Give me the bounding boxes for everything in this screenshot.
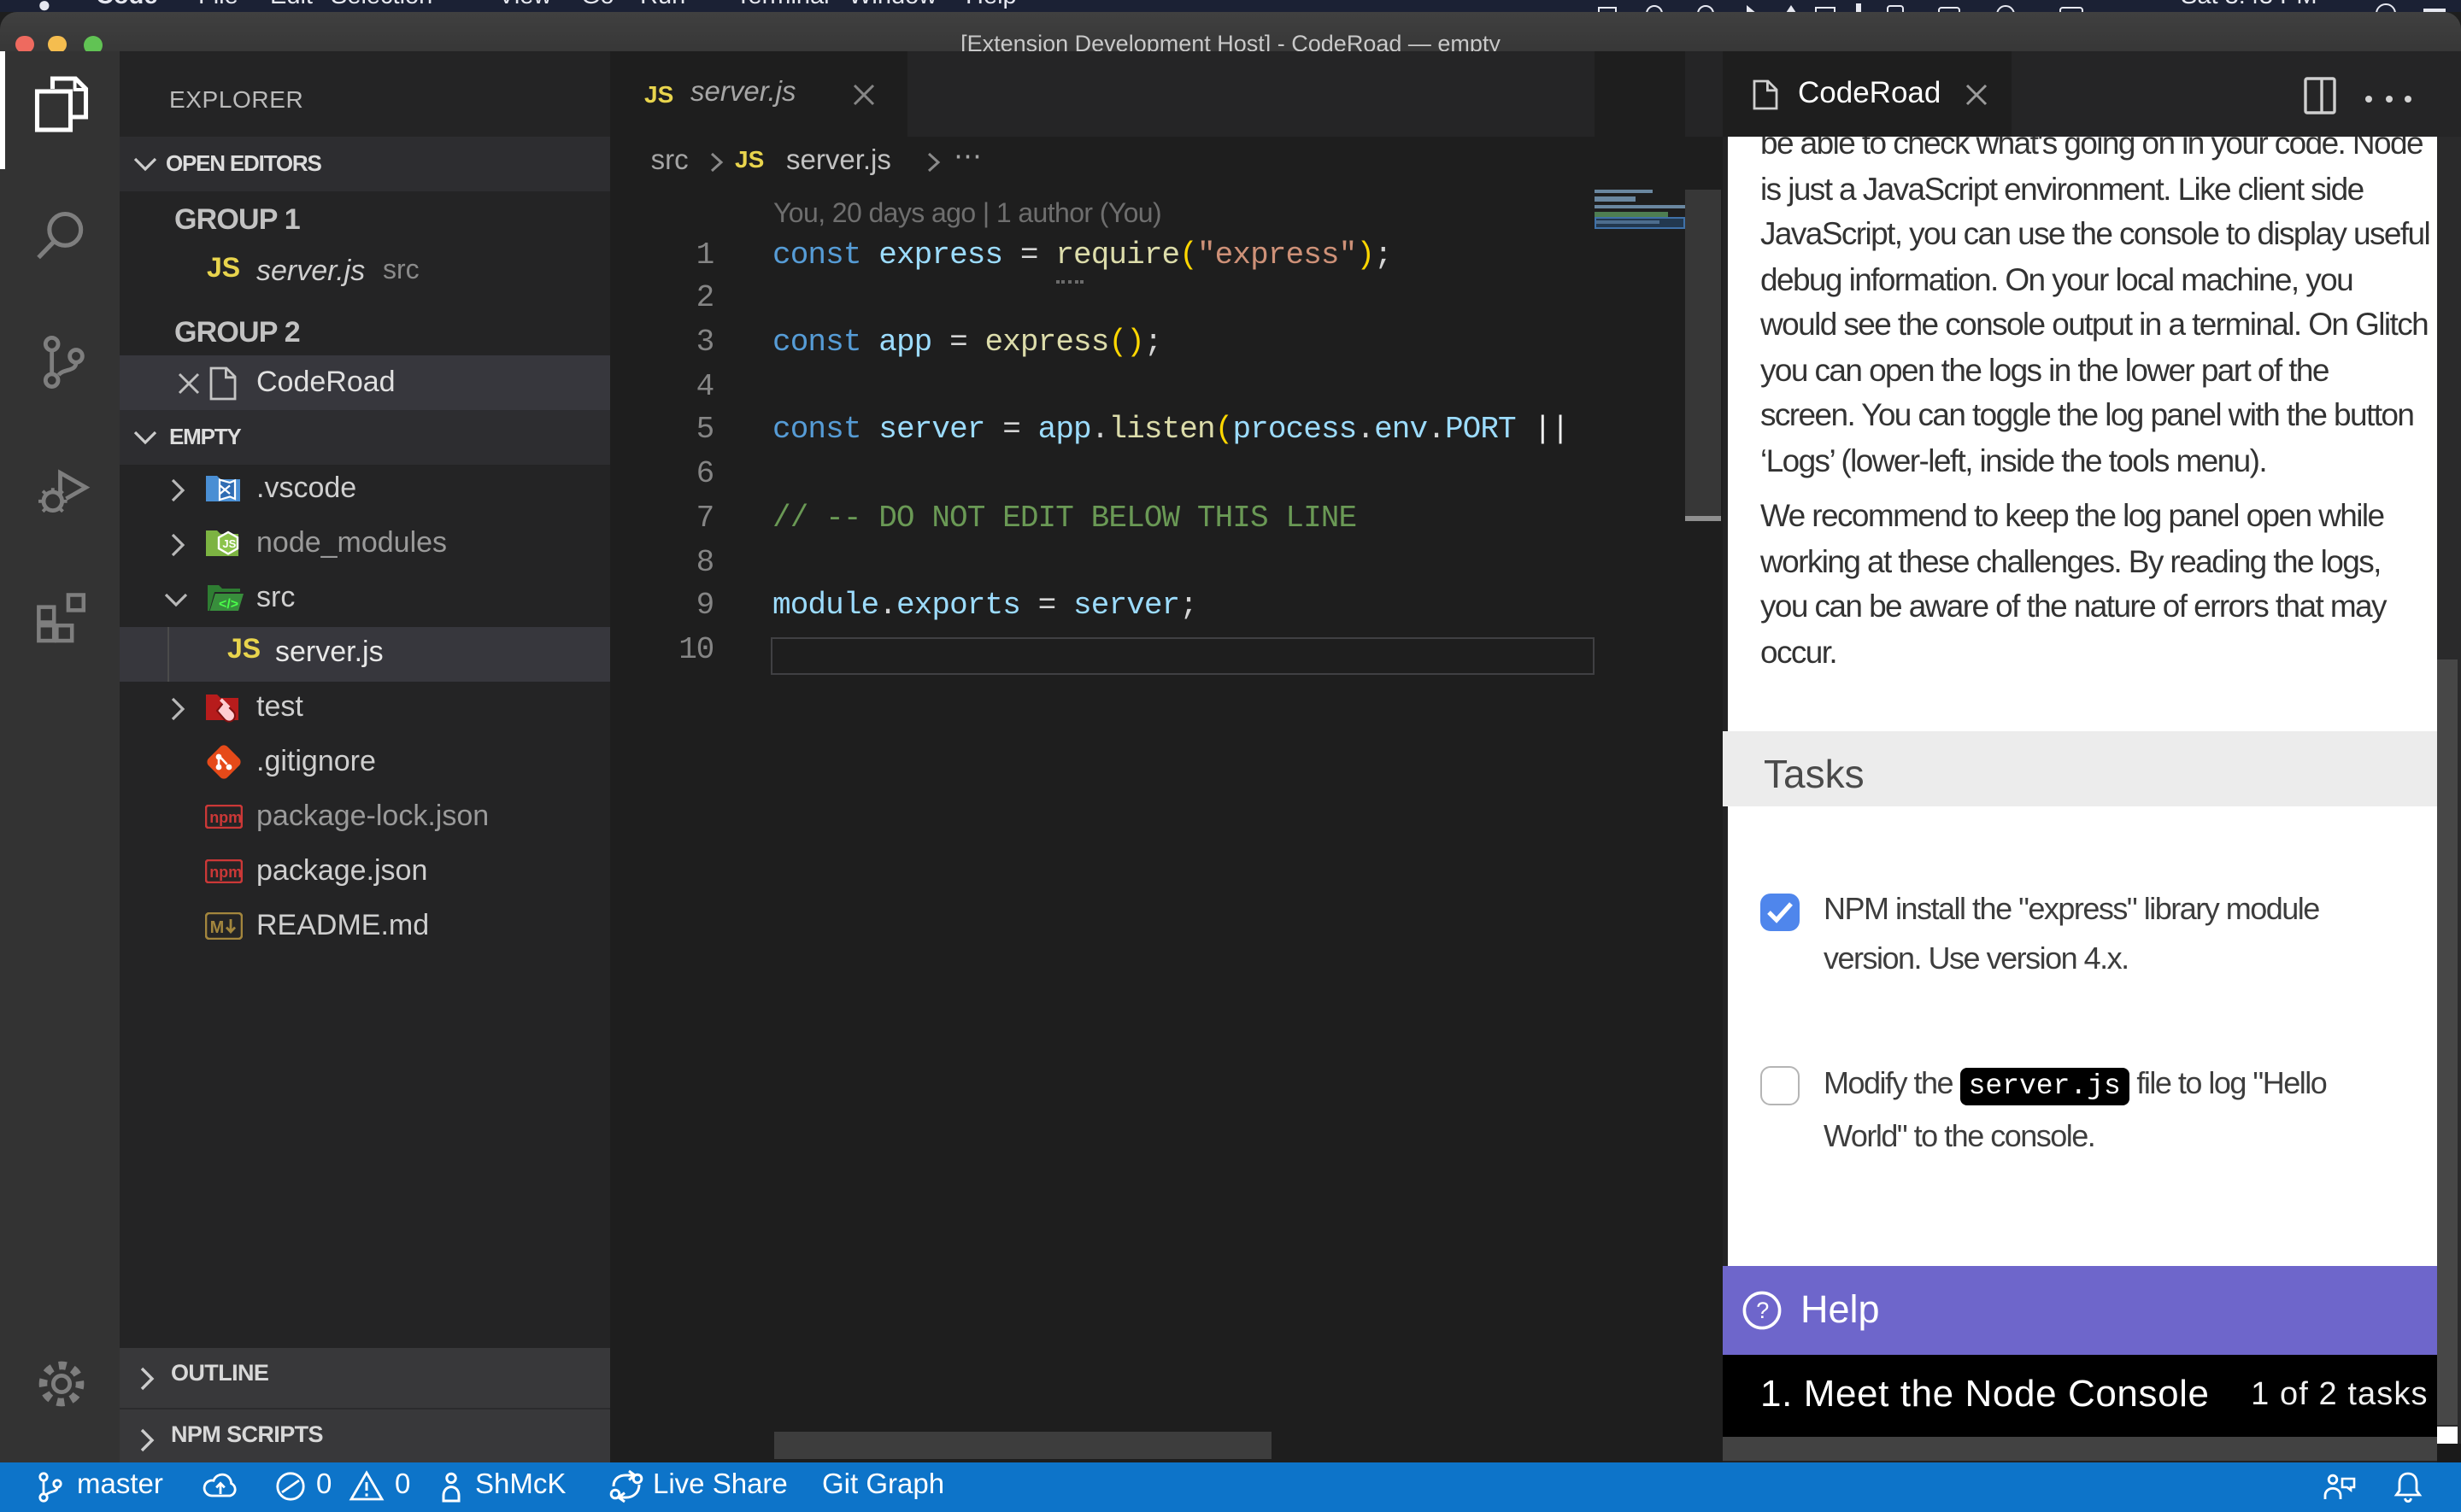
svg-text:JS: JS	[222, 537, 236, 550]
svg-text:</>: </>	[219, 597, 238, 612]
svg-text:?: ?	[1756, 1298, 1769, 1323]
svg-text:M: M	[210, 918, 225, 937]
svg-text:npm: npm	[209, 809, 242, 826]
svg-text:npm: npm	[209, 864, 242, 881]
